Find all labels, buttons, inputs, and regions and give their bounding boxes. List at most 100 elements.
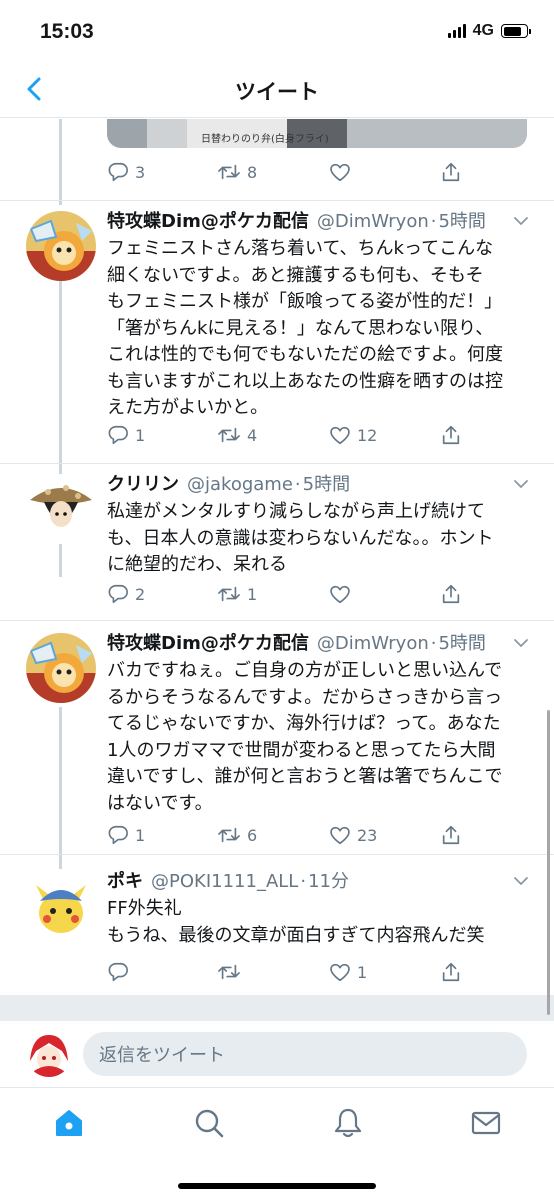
- nav-header: ツイート: [0, 62, 554, 118]
- chevron-down-icon[interactable]: [513, 215, 529, 227]
- status-indicators: 4G: [447, 22, 531, 40]
- like-heart-icon: [330, 426, 350, 445]
- retweet-count: 1: [247, 584, 258, 604]
- like-button[interactable]: 23: [329, 822, 377, 848]
- reply-button[interactable]: 3: [107, 159, 145, 185]
- tweet-text: 私達がメンタルすり減らしながら声上げ続けて も、日本人の意識は変わらないんだな。…: [107, 501, 494, 575]
- reply-input[interactable]: 返信をツイート: [83, 1032, 527, 1076]
- tweet[interactable]: 特攻蝶Dim@ポケカ配信 @DimWryon · 5時間 フェミニストさん落ち着…: [0, 201, 554, 463]
- tweet-text: FF外失礼 もうね、最後の文章が面白すぎて内容飛んだ笑: [107, 898, 485, 946]
- reply-icon: [108, 162, 128, 182]
- thread-line: [59, 119, 62, 205]
- tweet-actions: 1 4 12: [107, 422, 462, 448]
- status-bar: 15:03 4G: [0, 0, 554, 62]
- retweet-button[interactable]: 8: [217, 159, 257, 185]
- tweet-meta: 特攻蝶Dim@ポケカ配信 @DimWryon · 5時間: [107, 207, 537, 233]
- retweet-button[interactable]: [217, 959, 247, 985]
- tweet-actions: 1 6 23: [107, 822, 462, 848]
- retweet-icon: [218, 427, 240, 443]
- tweet-media-image[interactable]: 日替わりのり弁(白身フライ): [107, 119, 527, 148]
- chevron-down-icon[interactable]: [513, 875, 529, 887]
- reply-count: 1: [135, 825, 146, 845]
- retweet-button[interactable]: 1: [217, 581, 257, 607]
- notifications-icon[interactable]: [331, 1106, 365, 1140]
- like-button[interactable]: 12: [329, 422, 377, 448]
- share-button[interactable]: [440, 422, 462, 448]
- tweet[interactable]: クリリン @jakogame · 5時間 私達がメンタルすり減らしながら声上げ続…: [0, 464, 554, 620]
- network-type: 4G: [472, 22, 494, 39]
- chevron-down-icon[interactable]: [513, 637, 529, 649]
- avatar[interactable]: [26, 211, 96, 281]
- user-handle[interactable]: @POKI1111_ALL: [151, 871, 298, 892]
- status-time: 15:03: [40, 20, 94, 43]
- share-icon: [442, 425, 460, 445]
- retweet-icon: [218, 164, 240, 180]
- like-button[interactable]: [329, 159, 357, 185]
- avatar[interactable]: [26, 474, 96, 544]
- avatar[interactable]: [26, 871, 96, 941]
- home-icon[interactable]: [52, 1106, 86, 1140]
- reply-count: 2: [135, 584, 146, 604]
- user-handle[interactable]: @DimWryon: [317, 211, 429, 232]
- tweet-meta: クリリン @jakogame · 5時間: [107, 470, 537, 496]
- reply-count: 1: [135, 425, 146, 445]
- avatar[interactable]: [26, 1031, 72, 1077]
- timeline[interactable]: 日替わりのり弁(白身フライ) 3 8 特攻蝶Dim@ポケカ配信 @DimWryo…: [0, 119, 554, 995]
- page-title: ツイート: [235, 80, 319, 104]
- retweet-button[interactable]: 4: [217, 422, 257, 448]
- avatar[interactable]: [26, 633, 96, 703]
- search-icon[interactable]: [192, 1106, 226, 1140]
- reply-button[interactable]: [107, 959, 135, 985]
- user-handle[interactable]: @jakogame: [187, 474, 293, 495]
- tweet-actions: 2 1: [107, 581, 462, 607]
- retweet-icon: [218, 964, 240, 980]
- reply-count: 3: [135, 162, 146, 182]
- retweet-count: 4: [247, 425, 258, 445]
- retweet-count: 8: [247, 162, 258, 182]
- display-name[interactable]: クリリン: [107, 470, 179, 496]
- retweet-count: 6: [247, 825, 258, 845]
- tweet-text: バカですねぇ。ご自身の方が正しいと思い込んで るからそうなるんですよ。だからさっ…: [107, 660, 503, 814]
- tweet-time: 11分: [308, 871, 349, 892]
- tweet-actions: 1: [107, 959, 462, 985]
- like-heart-icon: [330, 826, 350, 845]
- tweet-time: 5時間: [438, 211, 486, 232]
- tweet[interactable]: 特攻蝶Dim@ポケカ配信 @DimWryon · 5時間 バカですねぇ。ご自身の…: [0, 621, 554, 854]
- display-name[interactable]: 特攻蝶Dim@ポケカ配信: [107, 629, 309, 655]
- display-name[interactable]: 特攻蝶Dim@ポケカ配信: [107, 207, 309, 233]
- reply-button[interactable]: 1: [107, 822, 145, 848]
- like-button[interactable]: [329, 581, 357, 607]
- share-button[interactable]: [440, 959, 462, 985]
- timeline-end-spacer: [0, 995, 554, 1021]
- like-button[interactable]: 1: [329, 959, 367, 985]
- reply-icon: [108, 425, 128, 445]
- like-count: 12: [357, 425, 378, 445]
- tweet[interactable]: ポキ @POKI1111_ALL · 11分 FF外失礼 もうね、最後の文章が面…: [0, 855, 554, 995]
- tweet-meta: 特攻蝶Dim@ポケカ配信 @DimWryon · 5時間: [107, 629, 537, 655]
- share-button[interactable]: [440, 159, 462, 185]
- retweet-button[interactable]: 6: [217, 822, 257, 848]
- like-heart-icon: [330, 963, 350, 982]
- scrollbar[interactable]: [547, 710, 550, 1015]
- like-count: 1: [357, 962, 368, 982]
- chevron-down-icon[interactable]: [513, 478, 529, 490]
- like-count: 23: [357, 825, 378, 845]
- share-icon: [442, 162, 460, 182]
- reply-icon: [108, 825, 128, 845]
- media-caption: 日替わりのり弁(白身フライ): [201, 134, 329, 145]
- like-heart-icon: [330, 585, 350, 604]
- reply-button[interactable]: 1: [107, 422, 145, 448]
- display-name[interactable]: ポキ: [107, 867, 143, 893]
- share-button[interactable]: [440, 822, 462, 848]
- reply-button[interactable]: 2: [107, 581, 145, 607]
- messages-icon[interactable]: [469, 1106, 503, 1140]
- tweet-time: 5時間: [302, 474, 351, 495]
- signal-icon: [447, 24, 466, 38]
- share-button[interactable]: [440, 581, 462, 607]
- tweet-text: フェミニストさん落ち着いて、ちんkってこんな 細くないですよ。あと擁護するも何も…: [107, 238, 503, 418]
- home-indicator: [178, 1183, 376, 1189]
- like-heart-icon: [330, 163, 350, 182]
- retweet-icon: [218, 827, 240, 843]
- tweet-actions: 3 8: [107, 159, 462, 185]
- user-handle[interactable]: @DimWryon: [317, 633, 429, 654]
